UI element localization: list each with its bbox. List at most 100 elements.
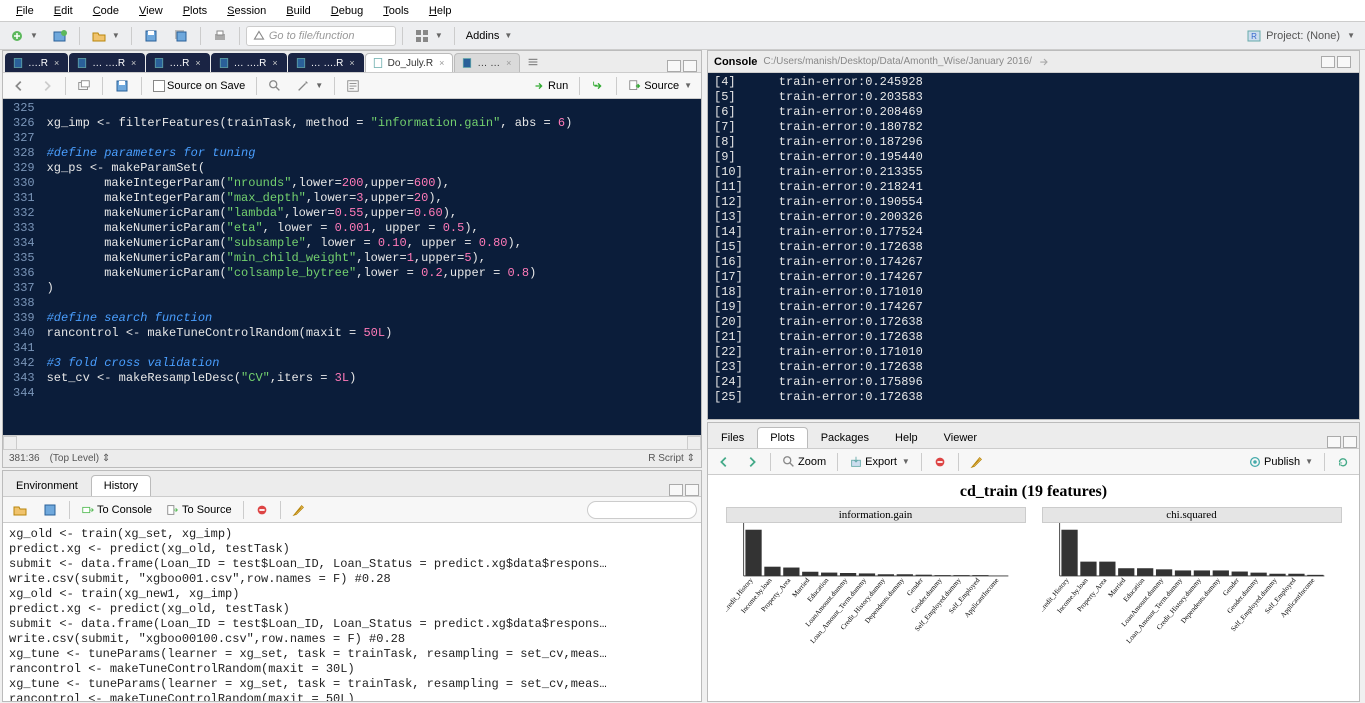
chart-information.gain: information.gainCredit_HistoryIncome.by.… — [726, 507, 1026, 673]
source-tab[interactable]: … ….R× — [288, 53, 364, 72]
clear-history-button[interactable] — [287, 500, 311, 520]
menu-plots[interactable]: Plots — [173, 2, 217, 20]
source-script-button[interactable]: Source ▼ — [623, 76, 697, 96]
rerun-button[interactable] — [586, 76, 610, 96]
new-file-button[interactable]: ▼ — [4, 26, 43, 46]
history-list[interactable]: xg_old <- train(xg_set, xg_imp)predict.x… — [3, 523, 701, 701]
history-line[interactable]: write.csv(submit, "xgboo001.csv",row.nam… — [9, 572, 695, 587]
source-on-save-checkbox[interactable]: Source on Save — [148, 76, 250, 96]
refresh-plot-button[interactable] — [1331, 452, 1355, 472]
history-search-input[interactable] — [587, 501, 697, 519]
tab-history[interactable]: History — [91, 475, 151, 496]
load-history-button[interactable] — [7, 500, 33, 520]
menu-debug[interactable]: Debug — [321, 2, 373, 20]
source-tab[interactable]: ….R× — [5, 53, 68, 72]
code-editor[interactable]: 3253263273283293303313323333343353363373… — [3, 99, 701, 435]
addins-button[interactable]: Addins▼ — [461, 26, 518, 46]
history-line[interactable]: submit <- data.frame(Loan_ID = test$Loan… — [9, 617, 695, 632]
open-file-button[interactable]: ▼ — [86, 26, 125, 46]
console-output[interactable]: [4] train-error:0.245928[5] train-error:… — [708, 73, 1359, 419]
history-line[interactable]: rancontrol <- makeTuneControlRandom(maxi… — [9, 692, 695, 701]
run-button[interactable]: Run — [527, 76, 573, 96]
show-in-new-window-button[interactable] — [72, 76, 96, 96]
save-button[interactable] — [138, 26, 164, 46]
history-line[interactable]: write.csv(submit, "xgboo00100.csv",row.n… — [9, 632, 695, 647]
history-line[interactable]: xg_tune <- tuneParams(learner = xg_set, … — [9, 647, 695, 662]
scope-label[interactable]: (Top Level) ⇕ — [50, 453, 111, 464]
maximize-icon[interactable] — [1343, 436, 1357, 448]
history-line[interactable]: predict.xg <- predict(xg_old, testTask) — [9, 602, 695, 617]
minimize-icon[interactable] — [1321, 56, 1335, 68]
new-project-button[interactable] — [47, 26, 73, 46]
goto-file-input[interactable]: Go to file/function — [246, 26, 396, 46]
menu-tools[interactable]: Tools — [373, 2, 419, 20]
menu-session[interactable]: Session — [217, 2, 276, 20]
source-tab[interactable]: … ….R× — [69, 53, 145, 72]
export-button[interactable]: Export ▼ — [844, 452, 915, 472]
tab-plots[interactable]: Plots — [757, 427, 807, 448]
tab-environment[interactable]: Environment — [3, 475, 91, 496]
minimize-icon[interactable] — [1327, 436, 1341, 448]
forward-button[interactable] — [35, 76, 59, 96]
menu-view[interactable]: View — [129, 2, 173, 20]
maximize-icon[interactable] — [685, 484, 699, 496]
arrow-out-icon[interactable] — [1038, 56, 1050, 68]
remove-plot-button[interactable] — [928, 452, 952, 472]
compile-notebook-button[interactable] — [341, 76, 365, 96]
find-button[interactable] — [263, 76, 287, 96]
remove-history-button[interactable] — [250, 500, 274, 520]
console-path[interactable]: C:/Users/manish/Desktop/Data/Amonth_Wise… — [763, 56, 1031, 67]
back-button[interactable] — [7, 76, 31, 96]
source-tab[interactable]: … ….R× — [211, 53, 287, 72]
history-line[interactable]: predict.xg <- predict(xg_old, testTask) — [9, 542, 695, 557]
print-button[interactable] — [207, 26, 233, 46]
to-console-button[interactable]: To Console — [76, 500, 157, 520]
source-tab[interactable]: ….R× — [146, 53, 209, 72]
menu-build[interactable]: Build — [276, 2, 320, 20]
env-tabbar: Environment History — [3, 471, 701, 497]
chart-chi.squared: chi.squaredCredit_HistoryIncome.by.loanP… — [1042, 507, 1342, 673]
history-line[interactable]: xg_old <- train(xg_new1, xg_imp) — [9, 587, 695, 602]
source-tabbar: ….R×… ….R×….R×… ….R×… ….R×Do_July.R×… …× — [3, 51, 701, 73]
minimize-icon[interactable] — [667, 60, 681, 72]
clear-plots-button[interactable] — [965, 452, 989, 472]
menu-code[interactable]: Code — [83, 2, 129, 20]
maximize-icon[interactable] — [1337, 56, 1351, 68]
tab-viewer[interactable]: Viewer — [931, 427, 990, 448]
history-line[interactable]: xg_tune <- tuneParams(learner = xg_set, … — [9, 677, 695, 692]
plot-title: cd_train (19 features) — [960, 483, 1107, 501]
svg-text:ApplicantIncome: ApplicantIncome — [962, 576, 1000, 619]
history-line[interactable]: rancontrol <- makeTuneControlRandom(maxi… — [9, 662, 695, 677]
editor-hscrollbar[interactable] — [3, 435, 701, 449]
tab-help[interactable]: Help — [882, 427, 931, 448]
file-type-label[interactable]: R Script ⇕ — [648, 453, 695, 464]
viewer-tabbar: FilesPlotsPackagesHelpViewer — [708, 423, 1359, 449]
environment-pane: Environment History To Console To Source… — [2, 470, 702, 702]
maximize-icon[interactable] — [683, 60, 697, 72]
source-tab[interactable]: … …× — [454, 53, 520, 72]
menu-help[interactable]: Help — [419, 2, 462, 20]
save-history-button[interactable] — [37, 500, 63, 520]
tab-files[interactable]: Files — [708, 427, 757, 448]
grid-button[interactable]: ▼ — [409, 26, 448, 46]
save-all-button[interactable] — [168, 26, 194, 46]
tab-list-button[interactable] — [521, 52, 545, 72]
tab-packages[interactable]: Packages — [808, 427, 882, 448]
next-plot-button[interactable] — [740, 452, 764, 472]
menu-edit[interactable]: Edit — [44, 2, 83, 20]
prev-plot-button[interactable] — [712, 452, 736, 472]
save-source-button[interactable] — [109, 76, 135, 96]
source-tab[interactable]: Do_July.R× — [365, 53, 454, 72]
publish-button[interactable]: Publish ▼ — [1243, 452, 1318, 472]
wand-button[interactable]: ▼ — [291, 76, 328, 96]
menu-file[interactable]: File — [6, 2, 44, 20]
console-title: Console — [714, 56, 757, 68]
history-line[interactable]: submit <- data.frame(Loan_ID = test$Loan… — [9, 557, 695, 572]
svg-text:ApplicantIncome: ApplicantIncome — [1278, 576, 1316, 619]
main-toolbar: ▼ ▼ Go to file/function ▼ Addins▼ RProje… — [0, 22, 1365, 50]
to-source-button[interactable]: To Source — [161, 500, 237, 520]
zoom-button[interactable]: Zoom — [777, 452, 831, 472]
project-menu[interactable]: RProject: (None)▼ — [1246, 28, 1361, 44]
history-line[interactable]: xg_old <- train(xg_set, xg_imp) — [9, 527, 695, 542]
minimize-icon[interactable] — [669, 484, 683, 496]
